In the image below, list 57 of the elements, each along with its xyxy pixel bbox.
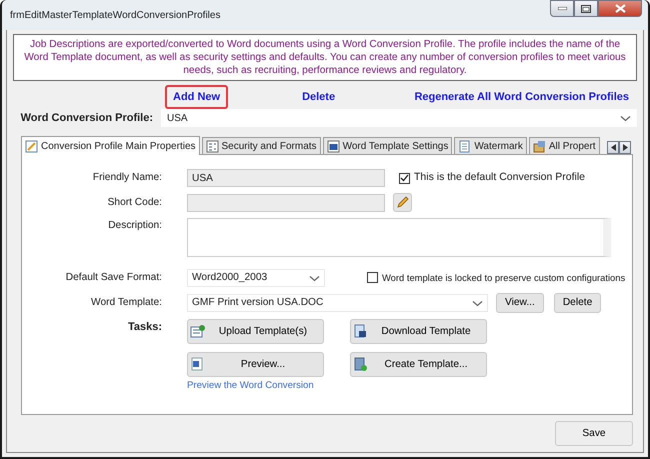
tab[interactable]: Watermark <box>454 137 527 154</box>
field-label: Description: <box>107 219 162 233</box>
minimize-icon <box>558 7 566 10</box>
chevron-down-icon <box>309 274 320 282</box>
triangle-right-icon <box>622 144 628 151</box>
field-label: Word Template: <box>90 296 162 310</box>
close-button[interactable] <box>598 0 642 17</box>
scroll-right-button[interactable] <box>619 141 631 154</box>
tasks-label: Tasks: <box>126 320 162 335</box>
checkbox[interactable] <box>399 172 410 184</box>
text-field[interactable]: USA <box>187 169 385 187</box>
action-link[interactable]: Add New <box>165 84 228 110</box>
document-icon <box>190 324 205 339</box>
checkbox-label: Word template is locked to preserve custom configurations <box>382 270 626 285</box>
format-dropdown[interactable]: Word2000_2003 <box>187 269 325 287</box>
document-icon <box>190 357 205 372</box>
edit-button[interactable] <box>393 193 412 212</box>
download-button[interactable]: Download Template <box>350 319 487 344</box>
text-field[interactable] <box>187 194 385 212</box>
close-icon <box>614 4 626 13</box>
preview-button[interactable]: Preview... <box>187 352 324 377</box>
tab[interactable]: Security and Formats <box>202 137 321 154</box>
field-label: Friendly Name: <box>92 171 162 186</box>
tab[interactable]: All Propert <box>528 137 600 154</box>
chevron-down-icon <box>472 300 483 306</box>
tab[interactable]: Word Template Settings <box>322 137 452 154</box>
action-link[interactable]: Regenerate All Word Conversion Profiles <box>406 84 637 110</box>
checkbox-label: This is the default Conversion Profile <box>414 170 585 186</box>
field-label: Short Code: <box>106 196 162 210</box>
maximize-button[interactable] <box>574 0 598 17</box>
tab-icon <box>25 140 38 152</box>
delete-button[interactable]: Delete <box>554 293 602 313</box>
checkmark-icon <box>400 174 409 182</box>
chevron-down-icon <box>620 114 631 122</box>
minimize-button[interactable] <box>550 0 574 17</box>
field-label: Default Save Format: <box>64 271 162 286</box>
preview-link[interactable]: Preview the Word Conversion <box>187 379 487 394</box>
document-icon <box>353 324 368 339</box>
document-icon <box>353 357 368 372</box>
info-text: Job Descriptions are exported/converted to Word documents using a Word Conversion Profile. The profile includes the name of the Word Template document, as well as security settings and defaults. You can create any number of conversion profiles to meet various needs, such as recruiting, performance reviews and regulatory. <box>13 34 637 81</box>
window-title: frmEditMasterTemplateWordConversionProfiles <box>10 8 220 22</box>
maximize-icon <box>581 4 591 12</box>
create-template-button[interactable]: Create Template... <box>350 352 487 377</box>
scroll-left-button[interactable] <box>607 141 619 154</box>
profile-dropdown[interactable]: USA <box>161 109 637 127</box>
profile-label: Word Conversion Profile: <box>20 110 153 126</box>
tab-icon <box>532 140 546 152</box>
save-button[interactable]: Save <box>555 421 633 446</box>
upload-button[interactable]: Upload Template(s) <box>187 319 324 344</box>
triangle-left-icon <box>610 144 616 151</box>
action-link[interactable]: Delete <box>294 84 344 110</box>
tab[interactable]: Conversion Profile Main Properties <box>21 136 200 155</box>
view-button[interactable]: View... <box>496 293 544 313</box>
pencil-icon <box>396 196 409 209</box>
checkbox[interactable] <box>367 272 378 284</box>
description-field[interactable] <box>187 218 611 257</box>
template-dropdown[interactable]: GMF Print version USA.DOC <box>187 294 488 312</box>
